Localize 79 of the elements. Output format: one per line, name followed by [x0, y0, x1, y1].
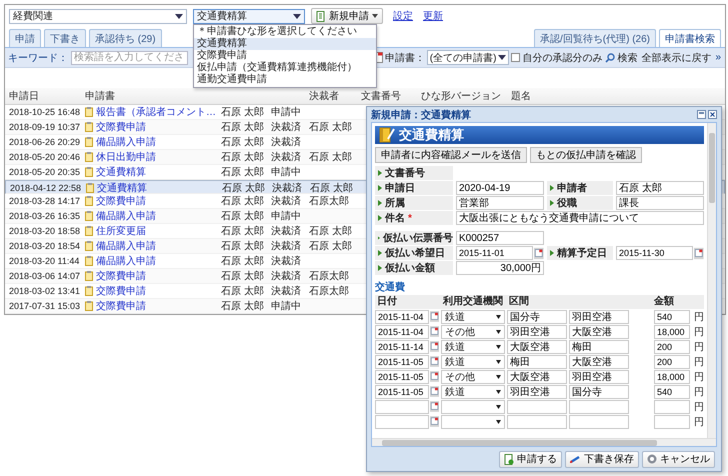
- applicant-cell-text: 石原 太郎: [221, 136, 265, 149]
- field-label: 役職: [547, 196, 613, 210]
- status-cell-text: 決裁済: [271, 240, 302, 253]
- date-cell-text: 2018-10-25 16:48: [9, 107, 82, 117]
- date-cell-text: 2018-03-26 16:35: [9, 211, 82, 221]
- status-cell-text: 決裁済: [272, 182, 303, 195]
- date-cell-text: 2018-03-28 14:17: [9, 196, 82, 206]
- status-cell-text: 決裁済: [271, 194, 302, 208]
- approver-cell-text: 石原 太郎: [309, 150, 353, 164]
- status-cell-text: 申請中: [271, 300, 302, 313]
- applicant-cell-text: 石原 太郎: [222, 182, 266, 195]
- status-cell-text: 申請中: [271, 106, 302, 119]
- date-cell-text: 2018-03-20 18:58: [9, 226, 82, 236]
- status-cell-text: 決裁済: [271, 270, 302, 283]
- checkbox-label: 自分の承認分のみ: [522, 52, 602, 64]
- field-label: 申請日: [375, 181, 453, 195]
- applicant-cell-text: 石原 太郎: [221, 210, 265, 223]
- approver-cell-text: 石原 太郎: [310, 182, 354, 195]
- date-cell-text: 2018-05-20 20:35: [9, 167, 82, 177]
- date-cell-text: 2018-06-26 20:29: [9, 137, 82, 147]
- approver-cell-text: 石原 太郎: [309, 240, 353, 253]
- applicant-cell-text: 石原 太郎: [221, 300, 265, 313]
- approver-cell-text: 石原太郎: [309, 270, 350, 283]
- yen-unit: 円: [693, 400, 704, 414]
- status-cell-text: 決裁済: [271, 120, 302, 134]
- required-mark: *: [408, 212, 412, 224]
- field-label: 所属: [375, 196, 453, 210]
- applicant-cell-text: 石原 太郎: [221, 284, 265, 298]
- approver-cell-text: 石原太郎: [309, 194, 350, 208]
- form-label: 申請書：: [384, 52, 425, 64]
- applicant-cell-text: 石原 太郎: [221, 194, 265, 208]
- applicant-cell-text: 石原 太郎: [221, 106, 265, 119]
- column-header: 文書番号: [361, 90, 402, 103]
- applicant-cell-text: 石原 太郎: [221, 166, 265, 179]
- column-header: 題名: [511, 90, 532, 103]
- field-label: 精算予定日: [547, 246, 613, 260]
- date-cell-text: 2018-09-19 10:37: [9, 122, 82, 132]
- yen-unit: 円: [693, 370, 704, 384]
- keyword-label: キーワード：: [8, 52, 68, 64]
- section-heading: 交通費: [375, 281, 406, 295]
- field-label: 申請者: [547, 181, 613, 195]
- column-header: 申請日: [9, 90, 40, 103]
- dialog-title: 新規申請：交通費精算: [371, 108, 471, 122]
- date-cell-text: 2018-04-12 22:58: [10, 183, 82, 193]
- date-cell-text: 2018-03-06 14:07: [9, 271, 82, 281]
- column-header: 申請書: [85, 90, 116, 103]
- status-cell-text: 決裁済: [271, 224, 302, 238]
- yen-unit: 円: [693, 340, 704, 354]
- approver-cell-text: 石原太郎: [309, 284, 350, 298]
- status-cell-text: 決裁済: [271, 284, 302, 298]
- date-cell-text: 2018-03-20 11:44: [9, 256, 80, 266]
- status-cell-text: 決裁済: [271, 136, 302, 149]
- status-cell-text: 決裁済: [271, 254, 302, 268]
- column-header: 決裁者: [309, 90, 340, 103]
- status-cell-text: 申請中: [271, 210, 302, 223]
- applicant-cell-text: 石原 太郎: [221, 240, 265, 253]
- applicant-cell-text: 石原 太郎: [221, 254, 265, 268]
- field-label: 仮払い伝票番号: [375, 231, 453, 245]
- status-cell-text: 決裁済: [271, 150, 302, 164]
- yen-unit: 円: [693, 356, 704, 368]
- field-label: 仮払い希望日: [375, 246, 453, 260]
- column-header: ひな形バージョン: [421, 90, 502, 103]
- date-cell-text: 2018-03-20 18:54: [9, 241, 82, 251]
- yen-unit: 円: [693, 416, 704, 428]
- applicant-cell-text: 石原 太郎: [221, 150, 265, 164]
- field-label: 件名 *: [375, 211, 453, 225]
- yen-unit: 円: [693, 386, 704, 398]
- applicant-cell-text: 石原 太郎: [221, 270, 265, 283]
- date-cell-text: 2017-07-31 15:03: [9, 301, 82, 311]
- date-cell-text: 2018-05-20 20:46: [9, 152, 82, 162]
- date-cell-text: 2018-03-02 13:41: [9, 286, 82, 296]
- field-label: 仮払い金額: [375, 261, 453, 275]
- applicant-cell-text: 石原 太郎: [221, 120, 265, 134]
- field-label: 文書番号: [375, 166, 453, 180]
- approver-cell-text: 石原 太郎: [309, 120, 353, 134]
- status-cell-text: 申請中: [271, 166, 302, 179]
- yen-unit: 円: [693, 326, 704, 338]
- approver-cell-text: 石原 太郎: [309, 224, 353, 238]
- applicant-cell-text: 石原 太郎: [221, 224, 265, 238]
